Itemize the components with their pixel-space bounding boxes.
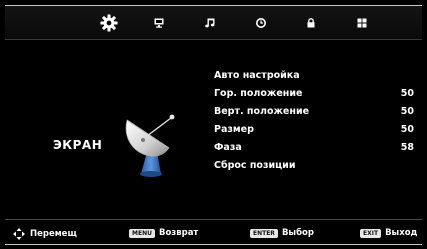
menu-item-position-reset[interactable]: Сброс позиции — [214, 157, 414, 175]
monitor-icon — [154, 18, 164, 28]
menu-item-size[interactable]: Размер 50 — [214, 121, 414, 139]
hint-move-label: Перемещ — [30, 229, 77, 239]
menu-item-label: Фаза — [214, 142, 242, 153]
hint-select: ENTER Выбор — [250, 228, 314, 238]
hint-exit: EXIT Выход — [360, 228, 417, 238]
hint-move: Перемещ — [13, 228, 77, 240]
hint-select-label: Выбор — [281, 228, 314, 238]
menu-item-label: Размер — [214, 124, 254, 135]
satellite-dish-icon — [125, 114, 175, 177]
tv-osd-menu: ЭКРАН Авто настройка Гор. положение 50 В… — [5, 5, 422, 245]
tab-bar — [5, 6, 422, 40]
grid-icon — [357, 18, 367, 28]
menu-item-value: 50 — [400, 106, 414, 117]
menu-item-label: Сброс позиции — [214, 160, 296, 171]
menu-item-value: 50 — [400, 124, 414, 135]
menu-item-label: Авто настройка — [214, 70, 300, 81]
section-title: ЭКРАН — [53, 138, 103, 152]
tab-picture[interactable] — [144, 6, 174, 40]
menu-item-v-position[interactable]: Верт. положение 50 — [214, 103, 414, 121]
hint-back: MENU Возврат — [129, 228, 198, 238]
clock-icon — [256, 18, 266, 28]
menu-item-value: 58 — [400, 142, 414, 153]
lock-icon — [307, 18, 315, 28]
footer-hints: Перемещ MENU Возврат ENTER Выбор EXIT Вы… — [5, 220, 422, 246]
tab-settings[interactable] — [94, 6, 124, 40]
hint-back-label: Возврат — [158, 228, 199, 238]
menu-item-phase[interactable]: Фаза 58 — [214, 139, 414, 157]
tab-sound[interactable] — [195, 6, 225, 40]
exit-key: EXIT — [360, 228, 382, 238]
menu-item-auto-adjust[interactable]: Авто настройка — [214, 67, 414, 85]
menu-item-label: Верт. положение — [214, 106, 310, 117]
tab-lock[interactable] — [296, 6, 326, 40]
menu-list: Авто настройка Гор. положение 50 Верт. п… — [214, 67, 414, 175]
enter-key: ENTER — [250, 228, 278, 238]
tab-setup[interactable] — [347, 6, 377, 40]
menu-item-h-position[interactable]: Гор. положение 50 — [214, 85, 414, 103]
music-note-icon — [205, 18, 215, 28]
menu-item-value: 50 — [400, 88, 414, 99]
menu-item-label: Гор. положение — [214, 88, 303, 99]
tab-time[interactable] — [246, 6, 276, 40]
menu-key: MENU — [129, 228, 155, 238]
hint-exit-label: Выход — [385, 228, 418, 238]
gear-icon — [100, 14, 118, 32]
navigation-arrows-icon — [13, 228, 25, 240]
